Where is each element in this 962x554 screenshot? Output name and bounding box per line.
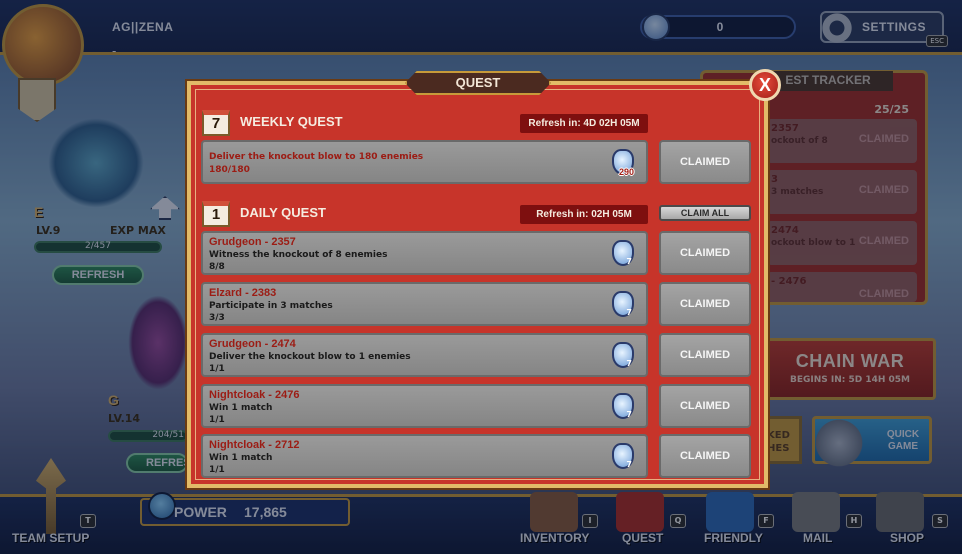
daily-quest-row: Grudgeon - 2357 Witness the knockout of …: [201, 231, 648, 275]
daily-quest-row: Nightcloak - 2712 Win 1 match 1/1 7: [201, 434, 648, 478]
daily-quest-row: Nightcloak - 2476 Win 1 match 1/1 7: [201, 384, 648, 428]
close-button[interactable]: X: [749, 69, 781, 101]
weekly-quest-title: WEEKLY QUEST: [240, 114, 343, 129]
weekly-refresh-timer: Refresh in: 4D 02H 05M: [520, 114, 648, 133]
daily-quest-title: DAILY QUEST: [240, 205, 326, 220]
quest-progress: 180/180: [209, 165, 250, 175]
quest-name: Nightcloak - 2712: [209, 439, 300, 451]
quest-name: Nightcloak - 2476: [209, 389, 300, 401]
daily-quest-row: Elzard - 2383 Participate in 3 matches 3…: [201, 282, 648, 326]
reward-amount: 7: [626, 257, 632, 266]
quest-name: Elzard - 2383: [209, 287, 277, 299]
quest-description: Deliver the knockout blow to 1 enemies: [209, 352, 411, 362]
reward-amount: 290: [618, 167, 634, 177]
daily-refresh-timer: Refresh in: 02H 05M: [520, 205, 648, 224]
daily-calendar-icon: 1: [202, 201, 230, 227]
weekly-claimed-button[interactable]: CLAIMED: [659, 140, 751, 184]
daily-claimed-button[interactable]: CLAIMED: [659, 333, 751, 377]
quest-progress: 8/8: [209, 262, 225, 272]
quest-description: Deliver the knockout blow to 180 enemies: [209, 152, 424, 162]
quest-name: Grudgeon - 2357: [209, 236, 296, 248]
quest-progress: 3/3: [209, 313, 225, 323]
daily-claimed-button[interactable]: CLAIMED: [659, 282, 751, 326]
reward-amount: 7: [626, 410, 632, 419]
quest-progress: 1/1: [209, 465, 225, 475]
daily-claimed-button[interactable]: CLAIMED: [659, 434, 751, 478]
daily-claimed-button[interactable]: CLAIMED: [659, 231, 751, 275]
quest-description: Witness the knockout of 8 enemies: [209, 250, 388, 260]
claim-all-button[interactable]: CLAIM ALL: [659, 205, 751, 221]
quest-description: Win 1 match: [209, 403, 273, 413]
weekly-quest-row: Deliver the knockout blow to 180 enemies…: [201, 140, 648, 184]
daily-quest-row: Grudgeon - 2474 Deliver the knockout blo…: [201, 333, 648, 377]
quest-progress: 1/1: [209, 415, 225, 425]
quest-name: Grudgeon - 2474: [209, 338, 296, 350]
daily-claimed-button[interactable]: CLAIMED: [659, 384, 751, 428]
quest-modal-title: QUEST: [405, 71, 551, 95]
weekly-calendar-icon: 7: [202, 110, 230, 136]
reward-amount: 7: [626, 308, 632, 317]
reward-amount: 7: [626, 460, 632, 469]
quest-progress: 1/1: [209, 364, 225, 374]
quest-description: Participate in 3 matches: [209, 301, 333, 311]
quest-description: Win 1 match: [209, 453, 273, 463]
reward-amount: 7: [626, 359, 632, 368]
